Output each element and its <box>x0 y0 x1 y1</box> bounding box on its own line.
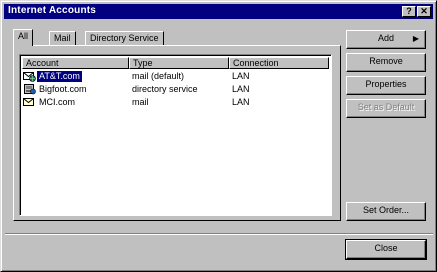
account-connection: LAN <box>232 84 250 94</box>
tab-panel: Account Type Connection AT&T.com mail (d… <box>13 45 341 221</box>
set-order-button[interactable]: Set Order... <box>346 202 426 221</box>
tab-directory-service-label: Directory Service <box>90 33 159 43</box>
close-button[interactable]: Close <box>345 239 427 260</box>
list-item[interactable]: AT&T.com mail (default) LAN <box>22 70 329 83</box>
account-connection: LAN <box>232 71 250 81</box>
tab-mail-label: Mail <box>54 33 71 43</box>
add-button[interactable]: Add ▶ <box>346 30 426 49</box>
column-header-connection[interactable]: Connection <box>229 57 329 69</box>
window-title: Internet Accounts <box>8 5 97 16</box>
set-as-default-button[interactable]: Set as Default <box>346 99 426 118</box>
tab-all-label: All <box>18 31 29 41</box>
directory-service-icon <box>24 84 36 95</box>
account-type: mail (default) <box>132 71 185 81</box>
tab-all[interactable]: All <box>13 29 34 46</box>
tab-directory-service[interactable]: Directory Service <box>85 31 164 46</box>
account-name: Bigfoot.com <box>39 84 87 94</box>
list-item[interactable]: Bigfoot.com directory service LAN <box>22 83 329 96</box>
remove-button-label: Remove <box>369 56 403 66</box>
account-name: MCI.com <box>39 97 75 107</box>
account-type: directory service <box>132 84 198 94</box>
title-bar[interactable]: Internet Accounts ? ✕ <box>4 4 433 19</box>
mail-account-icon <box>23 98 34 106</box>
add-button-label: Add <box>377 33 394 43</box>
internet-accounts-dialog: Internet Accounts ? ✕ All Mail Directory… <box>0 0 437 272</box>
properties-button[interactable]: Properties <box>346 76 426 95</box>
set-order-button-label: Set Order... <box>362 205 410 215</box>
remove-button[interactable]: Remove <box>346 53 426 72</box>
accounts-list[interactable]: Account Type Connection AT&T.com mail (d… <box>19 54 332 216</box>
set-as-default-button-label: Set as Default <box>357 102 415 112</box>
column-header-type-label: Type <box>133 58 153 68</box>
account-connection: LAN <box>232 97 250 107</box>
help-button[interactable]: ? <box>402 6 416 17</box>
list-item[interactable]: MCI.com mail LAN <box>22 96 329 109</box>
properties-button-label: Properties <box>365 79 407 89</box>
column-header-type[interactable]: Type <box>129 57 229 69</box>
close-button-label: Close <box>374 243 398 253</box>
separator <box>5 233 433 235</box>
account-type: mail <box>132 97 149 107</box>
column-header-connection-label: Connection <box>233 58 279 68</box>
mail-account-icon <box>23 72 36 82</box>
submenu-arrow-icon: ▶ <box>412 34 419 43</box>
tab-mail[interactable]: Mail <box>49 31 76 46</box>
column-header-account-label: Account <box>26 58 59 68</box>
column-header-account[interactable]: Account <box>22 57 129 69</box>
account-name: AT&T.com <box>36 70 83 83</box>
close-window-button[interactable]: ✕ <box>417 6 431 17</box>
